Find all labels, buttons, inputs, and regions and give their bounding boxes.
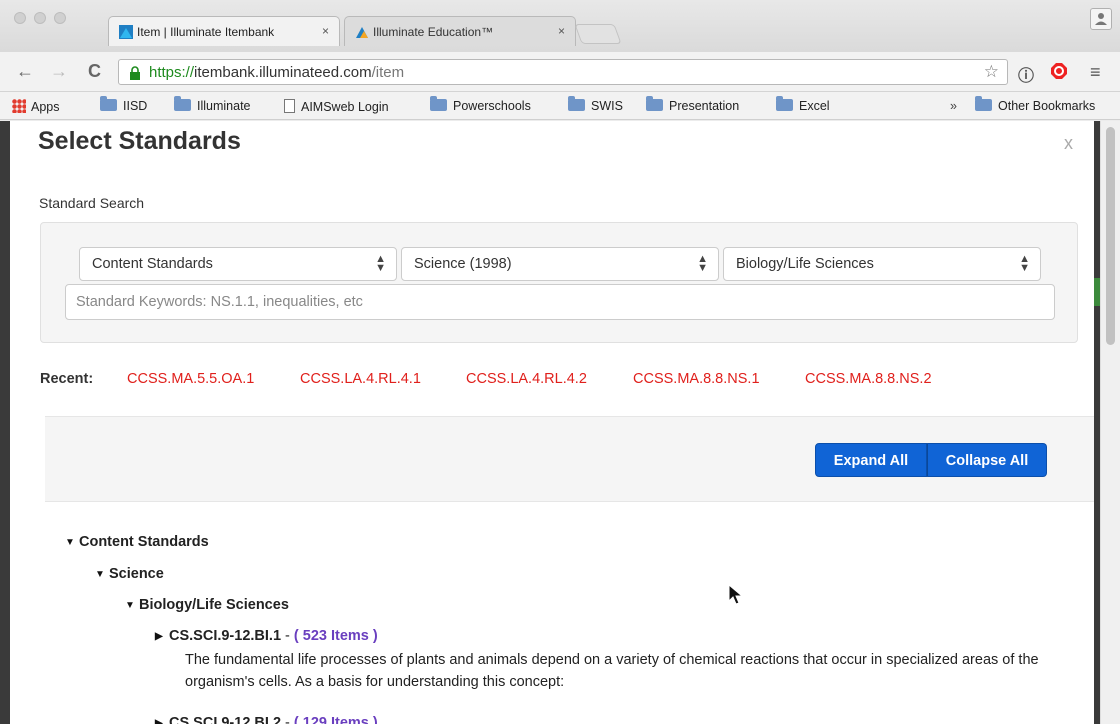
category-select[interactable]: Biology/Life Sciences ▲ ▼ [723,247,1041,281]
extension-icon[interactable]: ⓘ [1018,62,1034,86]
caret-right-icon[interactable]: ▶ [155,718,169,724]
standard-type-select[interactable]: Content Standards ▲ ▼ [79,247,397,281]
close-window-button[interactable] [14,12,26,24]
bookmark-swis[interactable]: SWIS [568,96,623,113]
illuminate-favicon-icon [119,25,133,39]
folder-icon [100,96,117,111]
browser-window: Item | Illuminate Itembank × Illuminate … [0,0,1120,724]
tree-node-content-standards[interactable]: ▼ Content Standards [65,534,209,550]
profile-button[interactable] [1090,8,1112,30]
tree-node-biology[interactable]: ▼ Biology/Life Sciences [125,597,289,613]
forward-arrow-icon[interactable]: → [50,61,68,82]
lock-icon [130,66,140,80]
bookmark-iisd[interactable]: IISD [100,96,147,113]
item-count-link[interactable]: ( 129 Items ) [294,715,378,724]
recent-standard-link[interactable]: CCSS.LA.4.RL.4.1 [300,371,421,387]
folder-icon [975,96,992,111]
tab-close-icon[interactable]: × [558,24,565,38]
page-scrollbar[interactable] [1100,121,1120,724]
menu-icon[interactable]: ≡ [1090,62,1101,83]
back-arrow-icon[interactable]: ← [16,61,34,82]
select-standards-modal: Select Standards x Standard Search Conte… [10,121,1094,724]
cursor-icon [728,584,744,605]
url-path: /item [371,64,405,81]
standard-search-label: Standard Search [39,195,145,211]
star-icon[interactable]: ☆ [984,62,999,82]
tab-title: Illuminate Education™ [373,25,494,39]
collapse-all-button[interactable]: Collapse All [927,443,1047,477]
standard-keywords-input[interactable]: Standard Keywords: NS.1.1, inequalities,… [65,284,1055,320]
recent-label: Recent: [40,371,94,387]
recent-standard-link[interactable]: CCSS.LA.4.RL.4.2 [466,371,587,387]
folder-icon [568,96,585,111]
recent-standard-link[interactable]: CCSS.MA.8.8.NS.1 [633,371,760,387]
expand-all-button[interactable]: Expand All [815,443,927,477]
bookmark-excel[interactable]: Excel [776,96,830,113]
recent-standard-link[interactable]: CCSS.MA.5.5.OA.1 [127,371,254,387]
tab-itembank[interactable]: Item | Illuminate Itembank × [108,16,340,46]
tab-strip: Item | Illuminate Itembank × Illuminate … [0,0,1120,52]
select-arrows-icon: ▲ ▼ [375,253,386,274]
bookmark-presentation[interactable]: Presentation [646,96,739,113]
folder-icon [646,96,663,111]
apps-grid-icon [12,99,26,113]
bookmark-other[interactable]: Other Bookmarks [975,96,1095,113]
close-icon[interactable]: x [1064,133,1073,154]
bookmark-powerschools[interactable]: Powerschools [430,96,531,113]
caret-down-icon[interactable]: ▼ [65,537,79,548]
tree-node-science[interactable]: ▼ Science [95,566,164,582]
bookmark-apps[interactable]: Apps [12,99,60,114]
select-arrows-icon: ▲ ▼ [1019,253,1030,274]
person-icon [1095,13,1107,25]
reload-icon[interactable]: C [88,61,101,82]
recent-standard-link[interactable]: CCSS.MA.8.8.NS.2 [805,371,932,387]
tree-node-standard[interactable]: ▶ CS.SCI.9-12.BI.1 - ( 523 Items ) [155,628,378,644]
tab-illuminate-education[interactable]: Illuminate Education™ × [344,16,576,46]
select-arrows-icon: ▲ ▼ [697,253,708,274]
folder-icon [174,96,191,111]
standard-description: The fundamental life processes of plants… [185,652,1039,690]
browser-toolbar: ← → C https://itembank.illuminateed.com/… [0,52,1120,92]
bookmarks-bar: Apps IISD Illuminate AIMSweb Login Power… [0,92,1120,120]
bookmarks-overflow[interactable]: » [950,99,957,113]
bookmark-illuminate[interactable]: Illuminate [174,96,251,113]
address-bar[interactable]: https://itembank.illuminateed.com/item ☆ [118,59,1008,85]
page-icon [284,99,295,113]
item-count-link[interactable]: ( 523 Items ) [294,628,378,644]
caret-down-icon[interactable]: ▼ [95,569,109,580]
tree-node-standard[interactable]: ▶ CS.SCI.9-12.BI.2 - ( 129 Items ) [155,715,378,724]
subject-select[interactable]: Science (1998) ▲ ▼ [401,247,719,281]
standard-search-panel: Content Standards ▲ ▼ Science (1998) ▲ ▼ B… [40,222,1078,343]
scroll-thumb[interactable] [1106,127,1115,345]
adblock-icon[interactable] [1050,62,1068,85]
modal-title: Select Standards [38,127,241,155]
new-tab-button[interactable] [574,24,622,44]
illuminate-favicon-icon [356,27,368,38]
caret-right-icon[interactable]: ▶ [155,631,169,642]
minimize-window-button[interactable] [34,12,46,24]
folder-icon [776,96,793,111]
caret-down-icon[interactable]: ▼ [125,600,139,611]
zoom-window-button[interactable] [54,12,66,24]
url-host: itembank.illuminateed.com [194,64,372,81]
bookmark-aimsweb[interactable]: AIMSweb Login [284,99,389,114]
url-scheme: https:// [149,64,195,81]
tab-close-icon[interactable]: × [322,24,329,38]
tab-title: Item | Illuminate Itembank [137,25,275,39]
tree-action-bar: Expand All Collapse All [45,416,1094,502]
page-viewport: Select Standards x Standard Search Conte… [0,121,1120,724]
folder-icon [430,96,447,111]
